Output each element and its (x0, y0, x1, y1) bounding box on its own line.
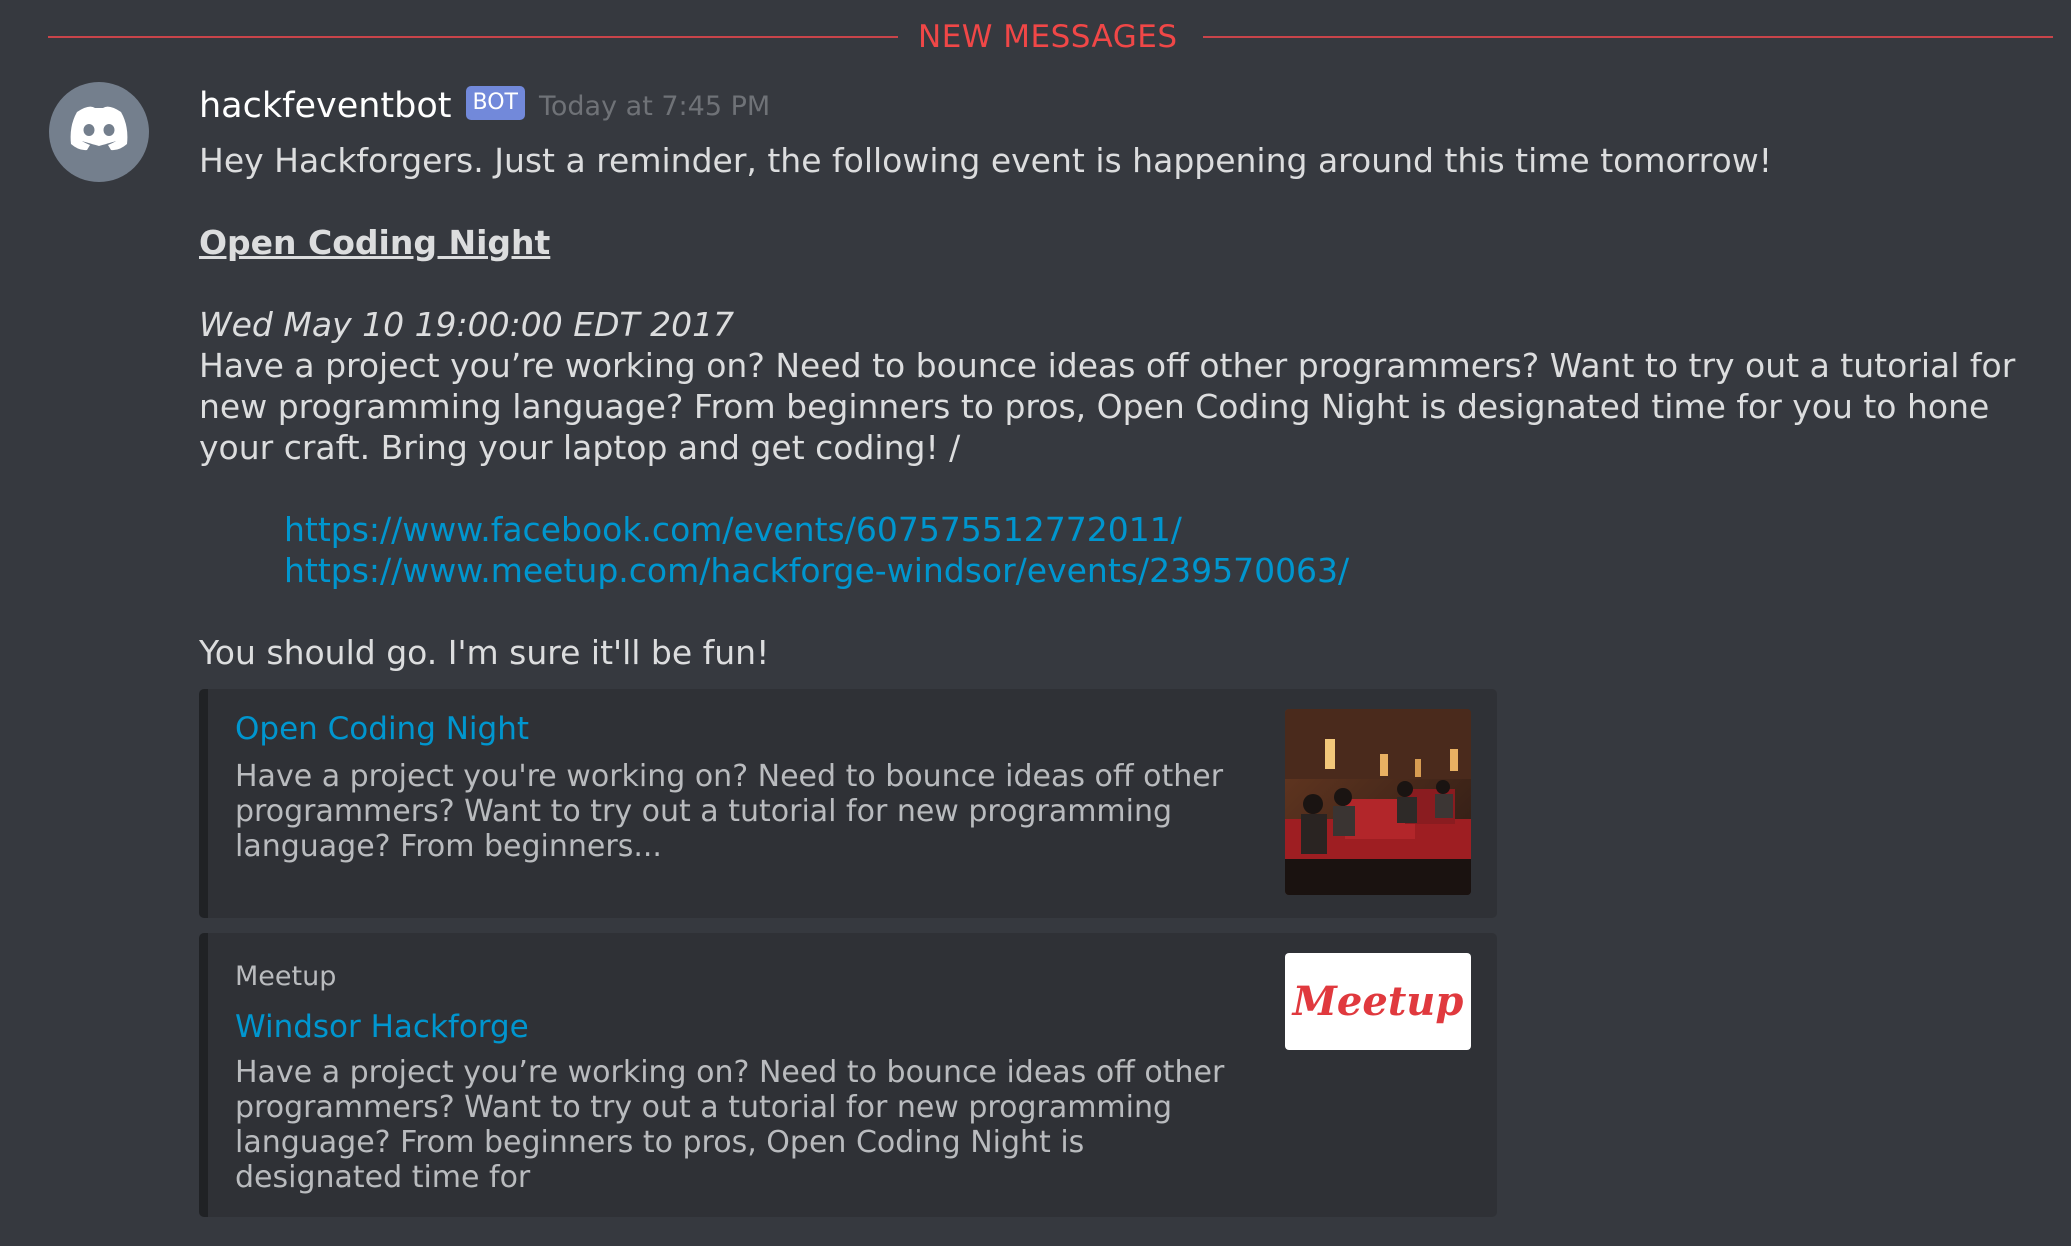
embed-title-link[interactable]: Open Coding Night (235, 711, 529, 747)
embed-thumbnail-photo[interactable] (1285, 709, 1471, 895)
message-outro: You should go. I'm sure it'll be fun! (199, 633, 770, 672)
bot-badge: BOT (465, 86, 525, 120)
event-links: https://www.facebook.com/events/60757551… (199, 509, 2029, 591)
message-timestamp: Today at 7:45 PM (538, 90, 771, 122)
message-intro: Hey Hackforgers. Just a reminder, the fo… (199, 141, 1772, 180)
meetup-logo-icon: Meetup (1291, 978, 1464, 1025)
embed-title-link[interactable]: Windsor Hackforge (235, 1009, 529, 1045)
embed-description: Have a project you’re working on? Need t… (235, 1055, 1225, 1195)
event-date: Wed May 10 19:00:00 EDT 2017 (199, 305, 735, 344)
link-embed-meetup: Meetup Windsor Hackforge Have a project … (199, 933, 1497, 1217)
embed-thumbnail-meetup-logo[interactable]: Meetup (1285, 953, 1471, 1050)
new-messages-divider: NEW MESSAGES (48, 19, 2053, 55)
avatar[interactable] (49, 82, 149, 182)
link-embed-facebook: Open Coding Night Have a project you're … (199, 689, 1497, 918)
message-header: hackfeventbot BOT Today at 7:45 PM (199, 86, 770, 126)
event-description: Have a project you’re working on? Need t… (199, 346, 2016, 467)
message-content: Hey Hackforgers. Just a reminder, the fo… (199, 140, 2029, 673)
photo-thumbnail-image (1285, 709, 1471, 895)
facebook-event-link[interactable]: https://www.facebook.com/events/60757551… (284, 509, 2029, 550)
discord-logo-icon (70, 106, 128, 151)
meetup-logo-text: Meetup (1291, 978, 1464, 1025)
event-title: Open Coding Night (199, 223, 551, 262)
divider-line-right (1203, 36, 2053, 38)
embed-description: Have a project you're working on? Need t… (235, 759, 1224, 864)
username[interactable]: hackfeventbot (199, 86, 452, 126)
divider-line-left (48, 36, 898, 38)
embed-provider: Meetup (235, 961, 337, 992)
meetup-event-link[interactable]: https://www.meetup.com/hackforge-windsor… (284, 550, 2029, 591)
new-messages-label: NEW MESSAGES (918, 19, 1178, 55)
